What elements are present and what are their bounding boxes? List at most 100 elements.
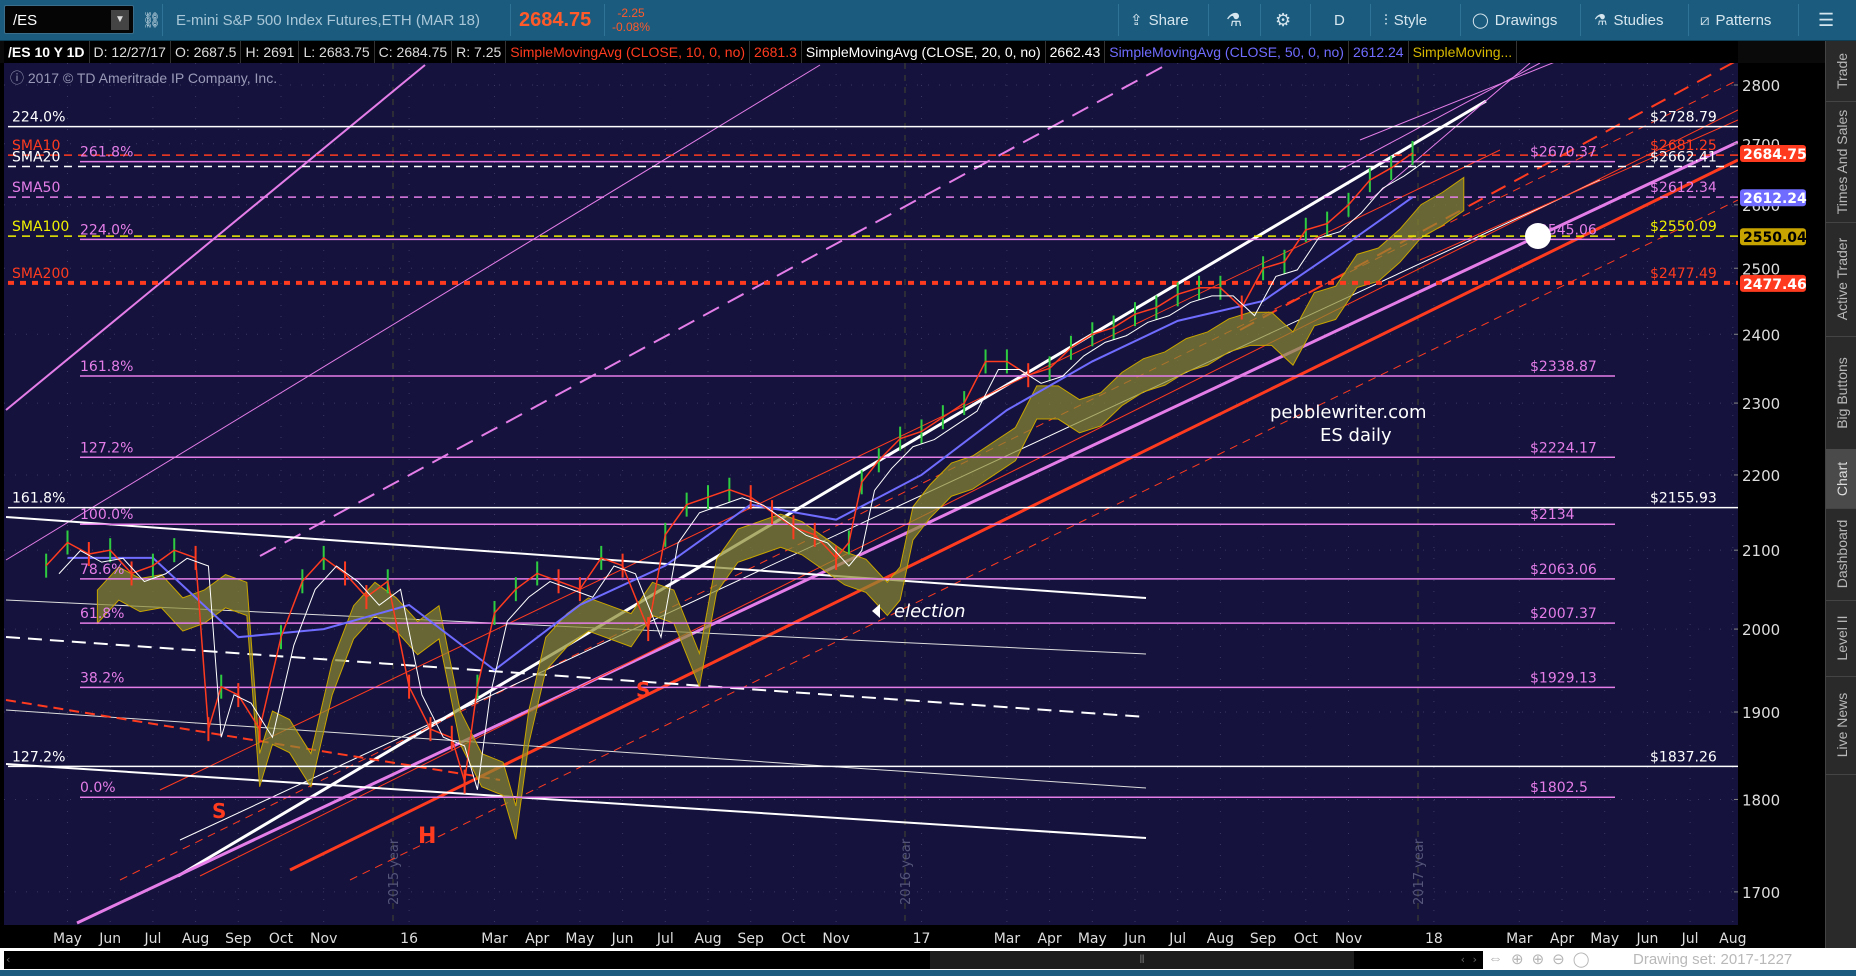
chart-legend: /ES 10 Y 1D D: 12/27/17 O: 2687.5 H: 269…: [4, 41, 1738, 63]
price-level-left-label: 127.2%: [80, 440, 133, 456]
tab-level-ii[interactable]: Level II: [1826, 600, 1856, 677]
sma10-value: 2681.3: [750, 41, 802, 63]
patterns-label: Patterns: [1715, 11, 1772, 29]
price-level-right-label: $2662.41: [1650, 149, 1717, 165]
change-percent: -0.08%: [612, 20, 651, 34]
link-icon[interactable]: ⛓: [142, 0, 161, 40]
price-level-right-label: $2155.93: [1650, 491, 1717, 507]
x-tick-label: Aug: [694, 931, 721, 947]
menu-icon[interactable]: ☰: [1818, 0, 1834, 40]
x-tick-label: May: [1590, 931, 1619, 947]
y-tick-label: 2100: [1742, 542, 1780, 560]
x-tick-label: May: [53, 931, 82, 947]
price-level-left-label: 261.8%: [80, 145, 133, 161]
reset-icon[interactable]: ◯: [1573, 950, 1590, 968]
tab-live-news[interactable]: Live News: [1826, 676, 1856, 775]
price-badge-label: 2612.24: [1743, 191, 1807, 207]
scroll-left-icon[interactable]: ‹: [6, 951, 10, 969]
price-badge-label: 2550.04: [1743, 230, 1807, 246]
tab-label: Big Buttons: [1833, 356, 1850, 429]
x-tick-label: Jun: [1123, 931, 1146, 947]
style-button[interactable]: ⫶ Style: [1384, 0, 1427, 40]
share-button[interactable]: ⇪ Share: [1130, 0, 1189, 40]
x-tick-label: Nov: [822, 931, 849, 947]
scroll-left-end-icon[interactable]: ‹: [1461, 951, 1465, 969]
drawing-set[interactable]: Drawing set: 2017-1227: [1633, 951, 1792, 968]
x-tick-label: Nov: [310, 931, 337, 947]
sma20-value: 2662.43: [1046, 41, 1106, 63]
x-tick-label: Oct: [269, 931, 294, 947]
price-level-right-label: $2477.49: [1650, 266, 1717, 282]
shoulder-left-label: S: [212, 799, 226, 823]
zoom-out-icon[interactable]: ⊖: [1552, 950, 1565, 968]
aggregation-button[interactable]: D: [1334, 0, 1345, 40]
auto-scale-icon[interactable]: ⤧: [1746, 63, 1759, 64]
symbol-value: /ES: [13, 12, 38, 29]
right-sidebar: Trade Times And Sales Active Trader Big …: [1825, 41, 1856, 953]
pan-icon[interactable]: ⇔: [1488, 950, 1503, 968]
legend-low: L: 2683.75: [299, 41, 375, 63]
site-annotation: pebblewriter.com: [1270, 402, 1427, 423]
flask-icon: ⚗: [1594, 12, 1608, 29]
x-tick-label: Aug: [1719, 931, 1746, 947]
sma100-label[interactable]: SimpleMoving...: [1409, 41, 1518, 63]
price-level-right-label: $2224.17: [1530, 440, 1597, 456]
x-tick-label: Oct: [1294, 931, 1319, 947]
tab-dashboard[interactable]: Dashboard: [1826, 508, 1856, 601]
price-level-left-label: SMA20: [12, 149, 60, 165]
style-label: Style: [1393, 11, 1428, 29]
price-badge-label: 2477.46: [1743, 277, 1807, 293]
tab-big-buttons[interactable]: Big Buttons: [1826, 336, 1856, 450]
info-icon: ⓘ: [10, 70, 24, 86]
drawings-button[interactable]: ◯ Drawings: [1472, 0, 1557, 40]
x-tick-label: Apr: [1037, 931, 1061, 947]
price-change: -2.25 -0.08%: [612, 0, 650, 40]
scroll-right-icon[interactable]: ›: [1473, 951, 1477, 969]
x-tick-label: Jun: [98, 931, 121, 947]
zoom-in-icon[interactable]: ⊕: [1532, 950, 1545, 968]
instrument-description: E-mini S&P 500 Index Futures,ETH (MAR 18…: [176, 11, 480, 29]
sma10-label[interactable]: SimpleMovingAvg (CLOSE, 10, 0, no): [506, 41, 751, 63]
scrollbar-thumb[interactable]: ⦀: [930, 951, 1354, 969]
window-frame: [0, 970, 1856, 976]
symbol-input[interactable]: /ES ▼: [4, 5, 134, 34]
head-label: H: [418, 824, 436, 849]
x-tick-label: Jul: [143, 931, 161, 947]
horizontal-scrollbar[interactable]: ‹ ⦀ ‹ ›: [4, 951, 1483, 969]
tab-trade[interactable]: Trade: [1826, 41, 1856, 102]
tab-label: Active Trader: [1833, 237, 1850, 321]
x-tick-label: Aug: [1207, 931, 1234, 947]
drawings-label: Drawings: [1494, 11, 1558, 29]
y-tick-label: 1700: [1742, 884, 1780, 902]
studies-button[interactable]: ⚗ Studies: [1594, 0, 1664, 40]
x-tick-label: May: [565, 931, 594, 947]
price-level-right-label: $2670.37: [1530, 145, 1597, 161]
flask-icon[interactable]: ⚗: [1226, 0, 1242, 40]
y-tick-label: 1900: [1742, 704, 1780, 722]
price-chart[interactable]: 2015 year 2016 year 2017 year 224.0% $272…: [0, 63, 1825, 948]
legend-date: D: 12/27/17: [90, 41, 171, 63]
gear-icon[interactable]: ⚙: [1275, 0, 1291, 40]
x-tick-label: Jul: [1681, 931, 1699, 947]
ellipse-icon: ◯: [1472, 12, 1489, 29]
tab-label: Level II: [1833, 615, 1850, 661]
tab-times-and-sales[interactable]: Times And Sales: [1826, 101, 1856, 223]
sma20-label[interactable]: SimpleMovingAvg (CLOSE, 20, 0, no): [802, 41, 1046, 63]
legend-high: H: 2691: [241, 41, 300, 63]
x-tick-label: Jul: [656, 931, 674, 947]
sma50-label[interactable]: SimpleMovingAvg (CLOSE, 50, 0, no): [1105, 41, 1349, 63]
marker-circle[interactable]: [1525, 223, 1551, 249]
tab-chart[interactable]: Chart: [1826, 449, 1856, 509]
tab-label: Times And Sales: [1833, 109, 1850, 214]
plot-area: [4, 63, 1738, 925]
chevron-down-icon[interactable]: ▼: [111, 10, 129, 30]
year-2016-label: 2016 year: [899, 838, 914, 905]
price-level-right-label: $2728.79: [1650, 110, 1717, 126]
price-level-left-label: 61.8%: [80, 606, 124, 622]
tab-active-trader[interactable]: Active Trader: [1826, 222, 1856, 337]
crosshair-icon[interactable]: ⊕: [1511, 950, 1524, 968]
patterns-icon: ⧄: [1700, 11, 1710, 29]
patterns-button[interactable]: ⧄ Patterns: [1700, 0, 1771, 40]
tab-label: Dashboard: [1833, 519, 1850, 589]
year-2017-label: 2017 year: [1412, 838, 1427, 905]
